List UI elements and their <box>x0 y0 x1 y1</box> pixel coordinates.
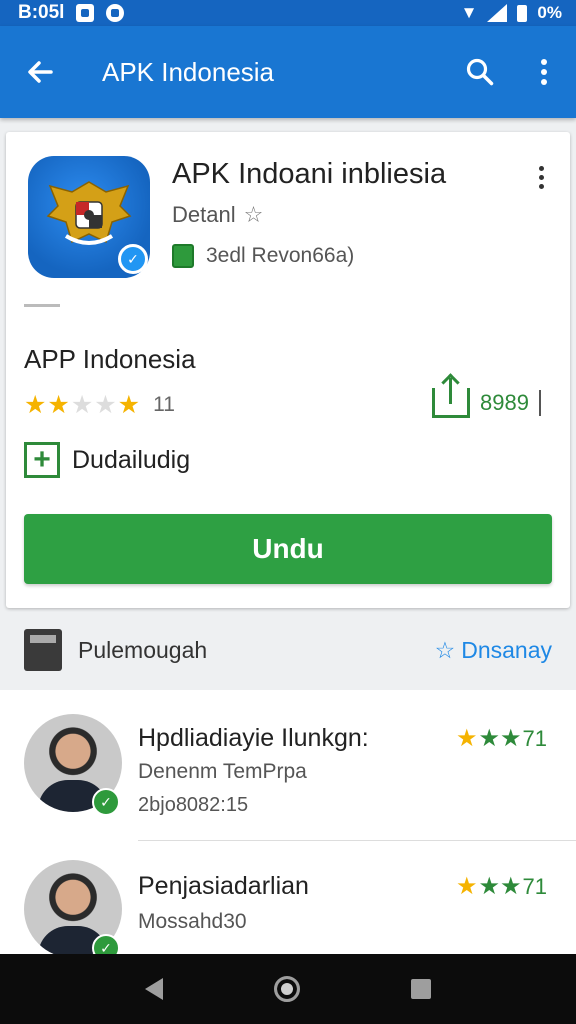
reviews-link-label: Dnsanay <box>461 636 552 663</box>
notification-icon-2 <box>106 4 125 22</box>
list-item[interactable]: ✓ Hpdliadiayie Ilunkgn: Denenm TemPrpa 2… <box>0 690 576 841</box>
developer-name[interactable]: Detanl <box>172 202 236 228</box>
home-nav-icon[interactable] <box>273 976 300 1002</box>
review-rating: ★ ★★ 71 <box>456 873 548 900</box>
size-text: 3edl Revon66a) <box>206 244 355 267</box>
signal-icon <box>487 4 508 22</box>
verified-icon: ✓ <box>92 934 120 954</box>
share-icon <box>432 378 470 418</box>
storage-icon <box>172 244 194 268</box>
recents-nav-icon[interactable] <box>410 979 431 999</box>
overflow-menu-button[interactable] <box>512 26 576 118</box>
share-button[interactable]: 8989 <box>432 378 541 418</box>
battery-icon <box>517 4 528 22</box>
navigation-bar <box>0 954 576 1024</box>
verified-icon: ✓ <box>92 788 120 816</box>
developer-row: Detanl ☆ <box>172 202 263 228</box>
star-outline-icon[interactable]: ☆ <box>244 202 264 228</box>
plus-box-icon[interactable]: + <box>24 442 60 478</box>
divider-bar <box>538 390 541 416</box>
status-left: B:05l <box>18 2 125 24</box>
section-title: APP Indonesia <box>24 344 196 374</box>
review-rating-value: 71 <box>522 725 548 751</box>
reviews-section-icon <box>24 629 62 671</box>
back-button[interactable] <box>0 26 80 118</box>
status-right: ▼ 0% <box>461 3 562 23</box>
review-name: Hpdliadiayie Ilunkgn: <box>138 724 369 752</box>
rating-row: ★★★★★ 11 <box>24 390 175 420</box>
back-nav-icon[interactable] <box>145 978 164 1000</box>
checkbox-row[interactable]: + Dudailudig <box>24 442 190 478</box>
app-detail-card: ✓ APK Indoani inbliesia Detanl ☆ 3edl Re… <box>6 132 570 608</box>
checkbox-label: Dudailudig <box>72 445 191 474</box>
review-name: Penjasiadarlian <box>138 872 309 900</box>
arrow-left-icon <box>28 61 53 83</box>
rating-stars: ★★★★★ <box>24 391 142 419</box>
reviews-header: Pulemougah ☆ Dnsanay <box>0 612 576 688</box>
review-subtitle: Mossahd30 <box>138 910 247 933</box>
wifi-icon: ▼ <box>460 3 478 22</box>
rating-count: 11 <box>153 393 175 416</box>
reviews-list: ✓ Hpdliadiayie Ilunkgn: Denenm TemPrpa 2… <box>0 690 576 954</box>
app-bar: APK Indonesia <box>0 26 576 118</box>
list-item[interactable]: ✓ Penjasiadarlian Mossahd30 ★ ★★ 71 <box>0 840 576 954</box>
review-rating: ★ ★★ 71 <box>456 725 548 752</box>
notification-icon <box>76 4 95 22</box>
review-date: 2bjo8082:15 <box>138 794 249 816</box>
status-bar: B:05l ▼ 0% <box>0 0 576 26</box>
status-time: B:05l <box>18 2 65 23</box>
search-button[interactable] <box>448 26 512 118</box>
review-subtitle: Denenm TemPrpa <box>138 760 307 783</box>
divider <box>24 304 60 307</box>
install-button[interactable]: Undu <box>24 514 552 584</box>
more-vert-icon <box>541 59 547 85</box>
reviews-header-label: Pulemougah <box>78 636 208 663</box>
app-bar-title: APK Indonesia <box>102 56 275 87</box>
battery-text: 0% <box>537 3 562 22</box>
verified-icon: ✓ <box>118 244 148 274</box>
app-name: APK Indoani inbliesia <box>172 158 447 190</box>
search-icon <box>466 58 494 86</box>
share-count: 8989 <box>480 390 529 415</box>
size-row: 3edl Revon66a) <box>172 244 354 268</box>
star-outline-link-icon: ☆ <box>434 636 456 663</box>
reviews-header-link[interactable]: ☆ Dnsanay <box>435 637 552 664</box>
card-more-button[interactable] <box>526 160 556 194</box>
garuda-emblem-icon <box>46 181 132 245</box>
review-rating-value: 71 <box>522 873 548 899</box>
